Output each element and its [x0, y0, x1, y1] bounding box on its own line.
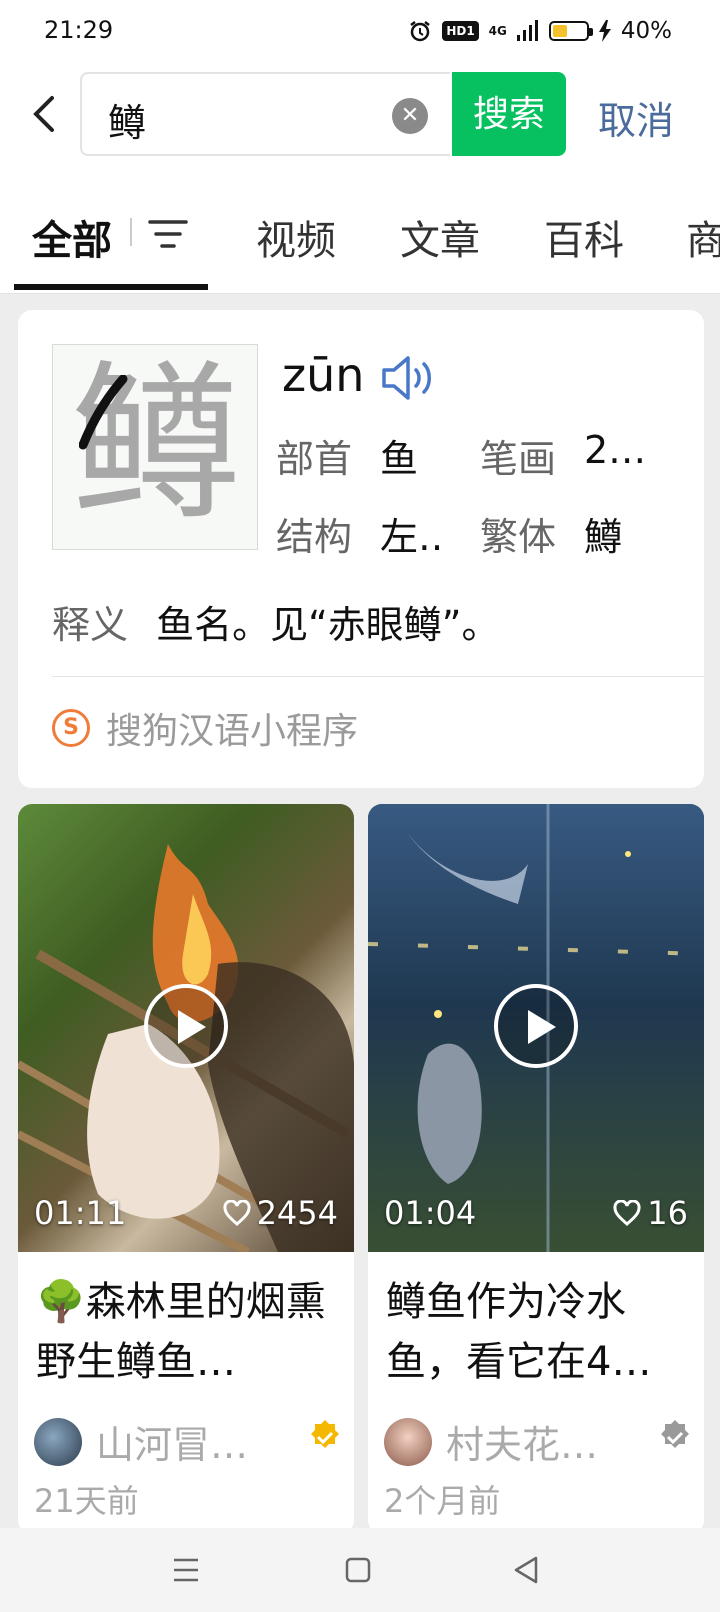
author-name: 村夫花…: [446, 1423, 599, 1467]
search-button[interactable]: 搜索: [452, 72, 566, 156]
speaker-icon[interactable]: [380, 354, 436, 402]
cancel-button[interactable]: 取消: [598, 90, 674, 145]
video-card[interactable]: 01:11 2454 🌳森林里的烟熏野生鳟鱼… 山河冒… 21天前: [18, 804, 354, 1534]
charging-icon: [598, 20, 611, 42]
card-divider: [52, 676, 704, 677]
play-icon[interactable]: [494, 984, 578, 1068]
system-nav-bar: [0, 1528, 720, 1612]
like-count: 2454: [256, 1194, 338, 1232]
radical-label: 部首: [276, 437, 353, 481]
author-row[interactable]: 山河冒…: [34, 1414, 344, 1469]
avatar: [34, 1417, 82, 1466]
structure-label: 结构: [276, 515, 353, 559]
tab-video[interactable]: 视频: [256, 208, 336, 266]
tab-divider: [130, 218, 132, 246]
meaning-label: 释义: [52, 603, 129, 647]
radical-value: 鱼: [380, 437, 419, 481]
author-row[interactable]: 村夫花…: [384, 1414, 694, 1469]
video-likes: 2454: [223, 1194, 338, 1232]
video-duration: 01:11: [34, 1194, 127, 1232]
signal-icon: [516, 20, 538, 41]
status-bar: 21:29 HD1 4G 40%: [0, 0, 720, 64]
avatar: [384, 1417, 432, 1466]
heart-icon: [223, 1200, 251, 1226]
back-arrow-icon[interactable]: [26, 90, 66, 138]
filter-icon[interactable]: [146, 214, 190, 254]
stroke-highlight: [79, 375, 128, 450]
tab-baike[interactable]: 百科: [544, 208, 624, 266]
video-time: 21天前: [34, 1482, 139, 1520]
tab-all[interactable]: 全部: [32, 208, 112, 266]
dictionary-card[interactable]: 鳟 zūn 部首 鱼 笔画 2… 结构 左‥ 繁体 鱒 释义 鱼名。见“赤眼鳟”…: [18, 310, 704, 788]
home-icon[interactable]: [338, 1550, 378, 1590]
like-count: 16: [647, 1194, 688, 1232]
tab-article[interactable]: 文章: [400, 208, 480, 266]
video-likes: 16: [613, 1194, 688, 1232]
meaning-row: 释义 鱼名。见“赤眼鳟”。: [52, 594, 499, 649]
active-tab-indicator: [14, 284, 208, 290]
heart-icon: [613, 1200, 641, 1226]
video-title[interactable]: 鳟鱼作为冷水鱼，看它在4…: [386, 1272, 686, 1392]
video-duration: 01:04: [384, 1194, 477, 1232]
tab-shop[interactable]: 商: [686, 208, 720, 266]
verified-badge-icon: [311, 1420, 339, 1448]
video-thumbnail[interactable]: 01:11 2454: [18, 804, 354, 1252]
video-title[interactable]: 🌳森林里的烟熏野生鳟鱼…: [36, 1272, 336, 1392]
pinyin: zūn: [282, 348, 365, 402]
battery-icon: [548, 21, 593, 41]
video-time: 2个月前: [384, 1482, 501, 1520]
video-thumbnail[interactable]: 01:04 16: [368, 804, 704, 1252]
author-name: 山河冒…: [96, 1423, 249, 1467]
menu-icon[interactable]: [166, 1550, 206, 1590]
play-icon[interactable]: [144, 984, 228, 1068]
clear-icon[interactable]: ✕: [392, 98, 428, 134]
status-time: 21:29: [44, 16, 114, 44]
source-link[interactable]: S 搜狗汉语小程序: [52, 702, 358, 754]
source-text: 搜狗汉语小程序: [106, 711, 359, 752]
battery-percent: 40%: [620, 18, 672, 44]
search-row: 鳟 ✕ 搜索 取消: [0, 70, 720, 158]
traditional-value: 鱒: [584, 515, 623, 559]
tab-bar: 全部 视频 文章 百科 商: [0, 196, 720, 294]
hd-icon: HD1: [442, 21, 479, 41]
meaning-text: 鱼名。见“赤眼鳟”。: [156, 603, 500, 647]
header-area: 21:29 HD1 4G 40% 鳟 ✕ 搜索 取消 全部 视频 文章 百科 商: [0, 0, 720, 294]
network-label: 4G: [488, 24, 507, 38]
alarm-icon: [410, 21, 431, 42]
structure-value: 左‥: [380, 515, 444, 559]
search-input[interactable]: 鳟 ✕: [80, 72, 450, 156]
back-icon[interactable]: [506, 1550, 546, 1590]
sogou-icon: S: [52, 709, 90, 747]
traditional-label: 繁体: [480, 515, 557, 559]
status-icons: HD1 4G 40%: [408, 14, 672, 48]
character-image: 鳟: [52, 344, 258, 550]
strokes-label: 笔画: [480, 437, 557, 481]
verified-badge-icon: [661, 1420, 689, 1448]
search-query: 鳟: [108, 101, 147, 145]
video-card[interactable]: 01:04 16 鳟鱼作为冷水鱼，看它在4… 村夫花… 2个月前: [368, 804, 704, 1534]
strokes-value: 2…: [584, 428, 647, 472]
